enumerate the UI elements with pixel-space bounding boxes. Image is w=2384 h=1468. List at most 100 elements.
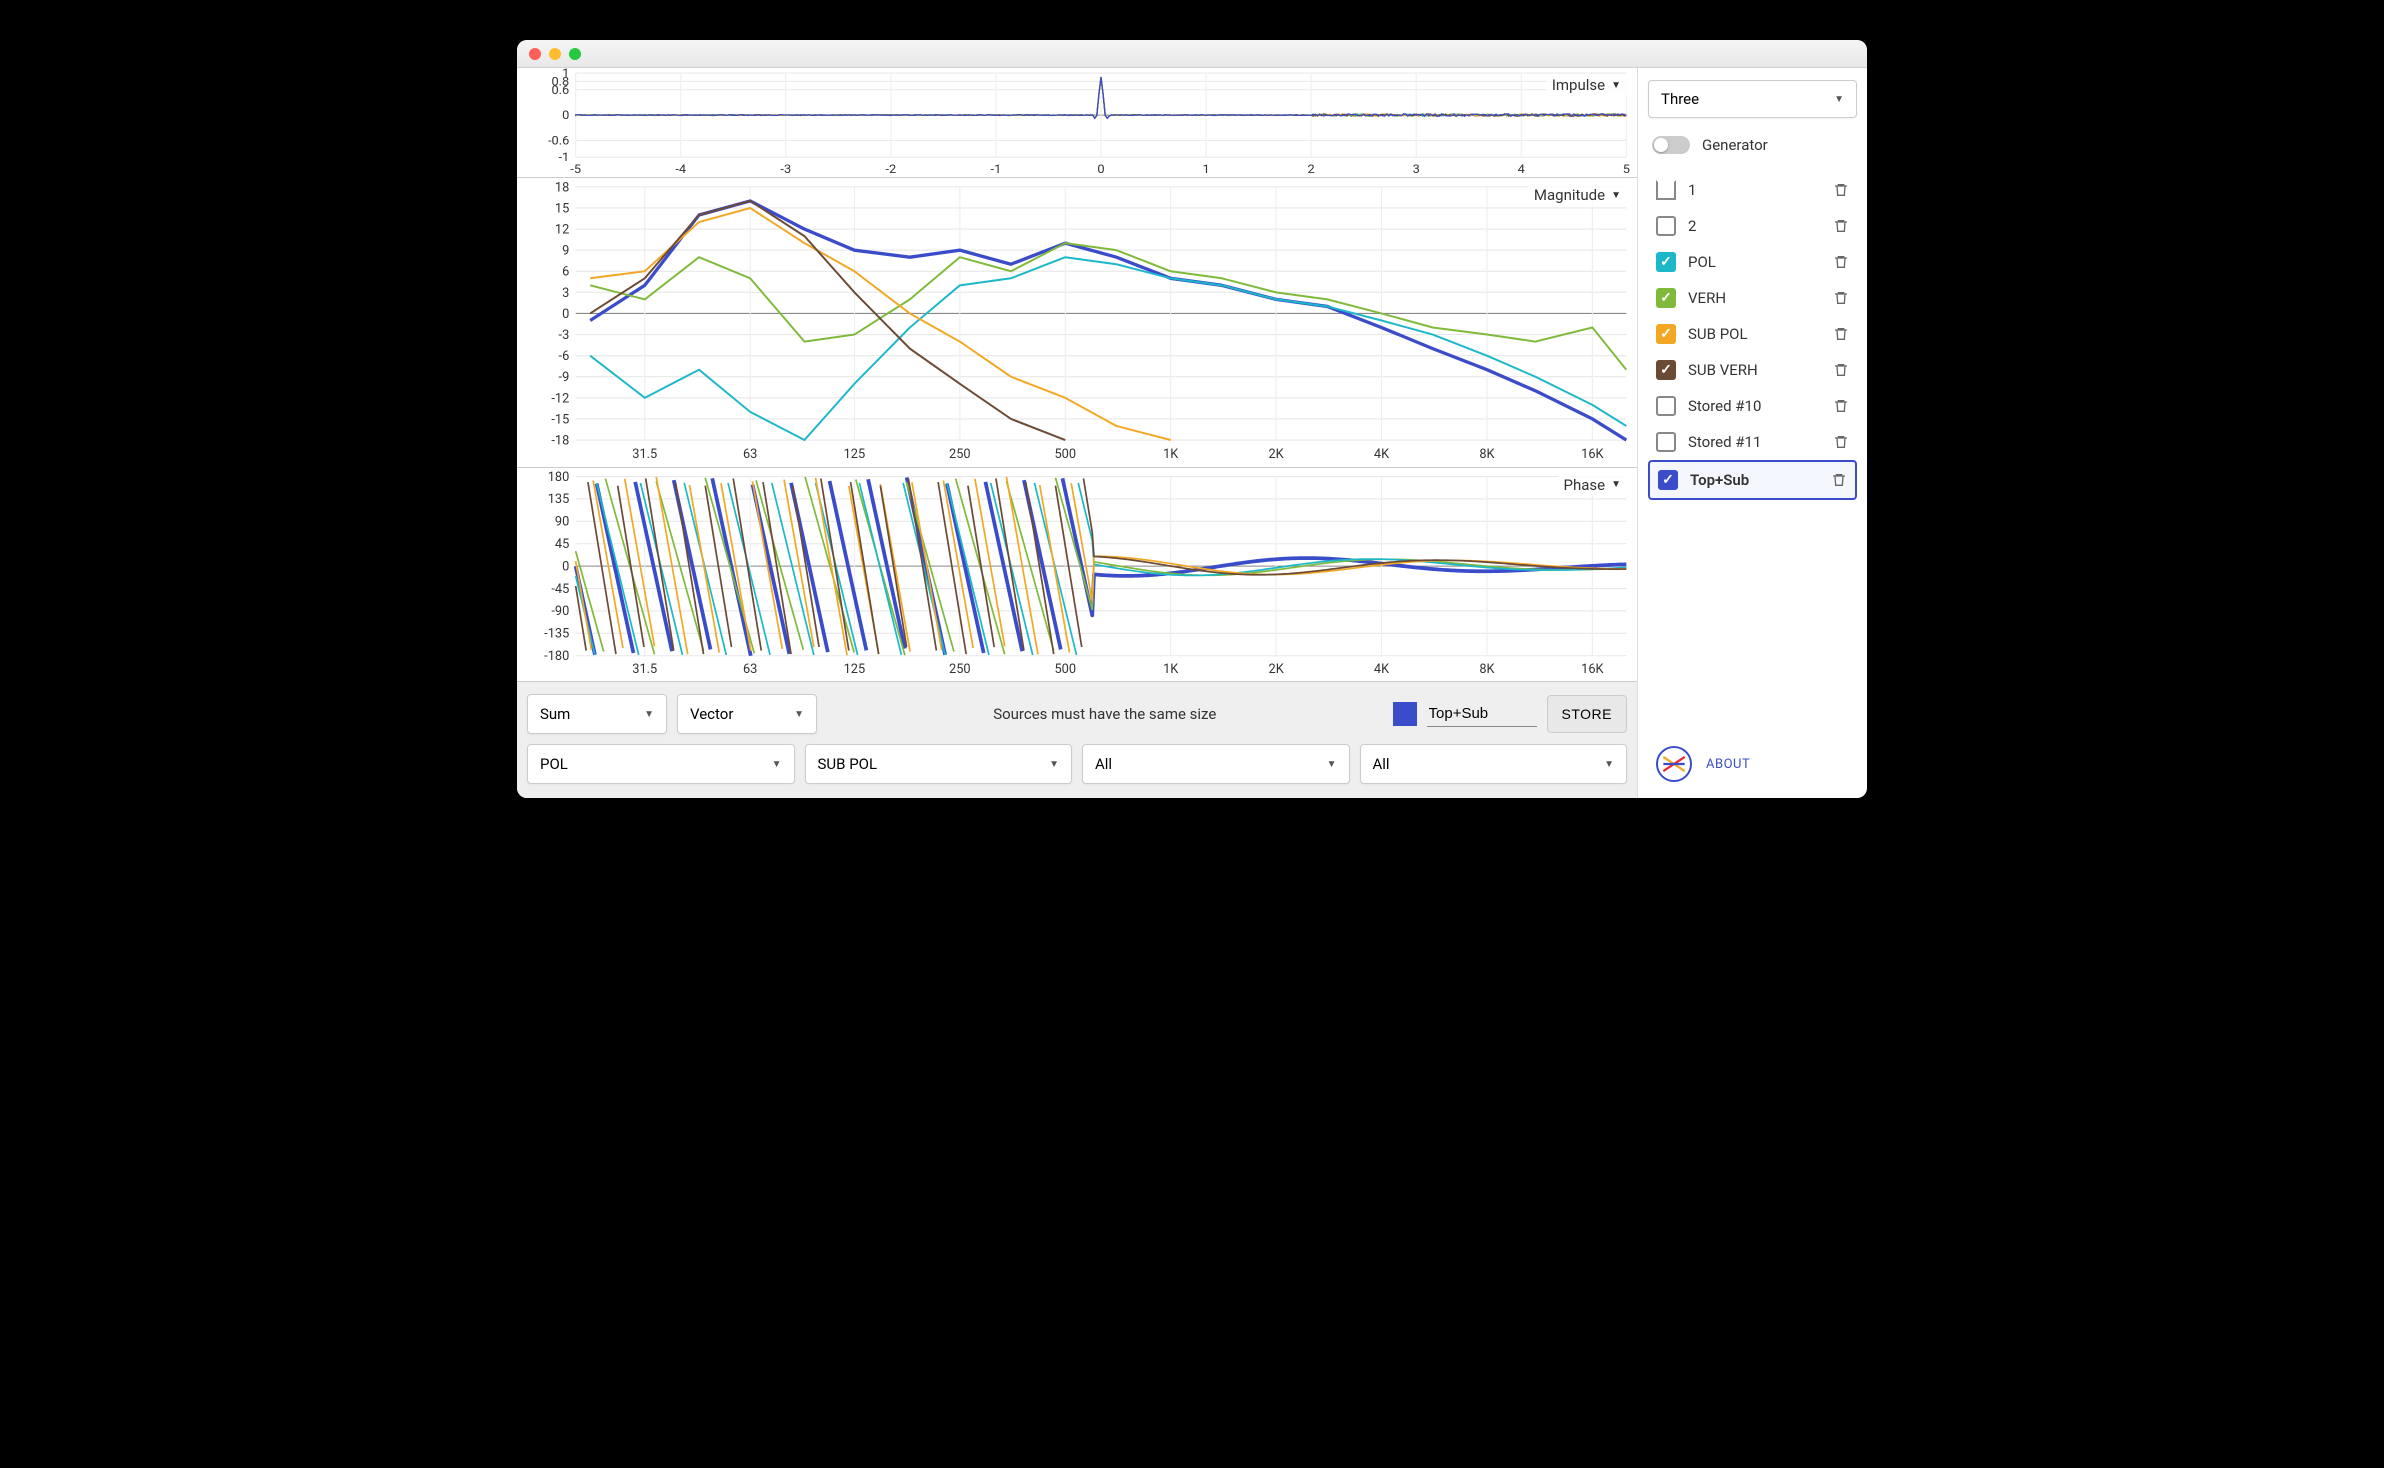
svg-text:31.5: 31.5 bbox=[632, 447, 657, 462]
result-color-swatch[interactable] bbox=[1393, 702, 1417, 726]
trash-icon[interactable] bbox=[1833, 326, 1849, 342]
filter-a-select[interactable]: All ▼ bbox=[1082, 744, 1350, 784]
chevron-down-icon: ▼ bbox=[772, 759, 782, 770]
track-label: Stored #11 bbox=[1688, 433, 1821, 451]
source-a-value: POL bbox=[540, 755, 568, 773]
svg-text:-135: -135 bbox=[544, 626, 569, 641]
zoom-window-button[interactable] bbox=[569, 48, 581, 60]
track-item[interactable]: SUB POL bbox=[1648, 316, 1857, 352]
svg-text:-90: -90 bbox=[551, 604, 569, 619]
chevron-down-icon: ▼ bbox=[1611, 190, 1621, 201]
phase-chart: -180-135-90-450459013518031.563125250500… bbox=[517, 468, 1637, 682]
combine-select-value: Vector bbox=[690, 705, 733, 723]
track-item[interactable]: 1 bbox=[1648, 172, 1857, 208]
track-item[interactable]: POL bbox=[1648, 244, 1857, 280]
phase-type-label: Phase bbox=[1564, 476, 1606, 494]
trash-icon[interactable] bbox=[1833, 290, 1849, 306]
track-item[interactable]: Stored #10 bbox=[1648, 388, 1857, 424]
store-button[interactable]: STORE bbox=[1547, 695, 1627, 733]
track-checkbox[interactable] bbox=[1656, 288, 1676, 308]
trash-icon[interactable] bbox=[1833, 434, 1849, 450]
track-label: 1 bbox=[1688, 181, 1821, 199]
svg-text:6: 6 bbox=[562, 264, 569, 279]
source-a-select[interactable]: POL ▼ bbox=[527, 744, 795, 784]
chevron-down-icon: ▼ bbox=[794, 709, 804, 720]
track-checkbox[interactable] bbox=[1658, 470, 1678, 490]
chevron-down-icon: ▼ bbox=[644, 709, 654, 720]
filter-a-value: All bbox=[1095, 755, 1112, 773]
close-window-button[interactable] bbox=[529, 48, 541, 60]
track-label: VERH bbox=[1688, 289, 1821, 307]
trash-icon[interactable] bbox=[1831, 472, 1847, 488]
svg-text:135: 135 bbox=[548, 492, 570, 507]
generator-toggle[interactable] bbox=[1652, 136, 1690, 154]
track-label: POL bbox=[1688, 253, 1821, 271]
svg-text:3: 3 bbox=[1413, 163, 1420, 176]
trash-icon[interactable] bbox=[1833, 218, 1849, 234]
svg-text:15: 15 bbox=[555, 201, 569, 216]
track-item[interactable]: SUB VERH bbox=[1648, 352, 1857, 388]
svg-text:-1: -1 bbox=[559, 152, 570, 165]
track-label: Stored #10 bbox=[1688, 397, 1821, 415]
trash-icon[interactable] bbox=[1833, 182, 1849, 198]
operation-select[interactable]: Sum ▼ bbox=[527, 694, 667, 734]
track-label: 2 bbox=[1688, 217, 1821, 235]
svg-text:-12: -12 bbox=[551, 391, 569, 406]
track-item[interactable]: Stored #11 bbox=[1648, 424, 1857, 460]
impulse-type-select[interactable]: Impulse ▼ bbox=[1546, 74, 1627, 96]
svg-text:1: 1 bbox=[1202, 163, 1209, 176]
main-panel: -1-0.600.60.81-5-4-3-2-1012345 Impulse ▼… bbox=[517, 68, 1637, 798]
layout-select[interactable]: Three ▼ bbox=[1648, 80, 1857, 118]
generator-label: Generator bbox=[1702, 136, 1768, 154]
track-checkbox[interactable] bbox=[1656, 180, 1676, 200]
svg-text:-45: -45 bbox=[551, 581, 569, 596]
svg-text:8K: 8K bbox=[1479, 447, 1495, 462]
svg-text:250: 250 bbox=[949, 661, 971, 676]
svg-text:18: 18 bbox=[555, 180, 569, 195]
titlebar bbox=[517, 40, 1867, 68]
track-checkbox[interactable] bbox=[1656, 432, 1676, 452]
svg-text:-5: -5 bbox=[570, 163, 581, 176]
svg-text:0: 0 bbox=[562, 109, 569, 122]
phase-type-select[interactable]: Phase ▼ bbox=[1558, 474, 1628, 496]
trash-icon[interactable] bbox=[1833, 398, 1849, 414]
track-item[interactable]: 2 bbox=[1648, 208, 1857, 244]
svg-text:-180: -180 bbox=[544, 649, 569, 664]
filter-b-select[interactable]: All ▼ bbox=[1360, 744, 1628, 784]
combine-select[interactable]: Vector ▼ bbox=[677, 694, 817, 734]
app-logo-icon bbox=[1656, 746, 1692, 782]
trash-icon[interactable] bbox=[1833, 362, 1849, 378]
result-name-input[interactable] bbox=[1427, 701, 1537, 727]
svg-text:31.5: 31.5 bbox=[632, 661, 657, 676]
svg-text:-4: -4 bbox=[675, 163, 686, 176]
svg-text:4: 4 bbox=[1518, 163, 1525, 176]
track-checkbox[interactable] bbox=[1656, 252, 1676, 272]
app-window: -1-0.600.60.81-5-4-3-2-1012345 Impulse ▼… bbox=[517, 40, 1867, 798]
svg-text:125: 125 bbox=[844, 447, 866, 462]
track-checkbox[interactable] bbox=[1656, 360, 1676, 380]
svg-text:1K: 1K bbox=[1163, 661, 1179, 676]
track-checkbox[interactable] bbox=[1656, 216, 1676, 236]
chevron-down-icon: ▼ bbox=[1049, 759, 1059, 770]
svg-text:180: 180 bbox=[548, 469, 570, 484]
svg-text:8K: 8K bbox=[1479, 661, 1495, 676]
impulse-chart: -1-0.600.60.81-5-4-3-2-1012345 Impulse ▼ bbox=[517, 68, 1637, 178]
track-checkbox[interactable] bbox=[1656, 324, 1676, 344]
chevron-down-icon: ▼ bbox=[1611, 479, 1621, 490]
chevron-down-icon: ▼ bbox=[1327, 759, 1337, 770]
trash-icon[interactable] bbox=[1833, 254, 1849, 270]
source-b-select[interactable]: SUB POL ▼ bbox=[805, 744, 1073, 784]
sidebar: Three ▼ Generator 1 2 POL VERH SUB POLSUB VE… bbox=[1637, 68, 1867, 798]
svg-text:2K: 2K bbox=[1269, 661, 1285, 676]
track-item[interactable]: VERH bbox=[1648, 280, 1857, 316]
filter-b-value: All bbox=[1373, 755, 1390, 773]
track-item[interactable]: Top+Sub bbox=[1648, 460, 1857, 500]
about-link[interactable]: ABOUT bbox=[1706, 757, 1750, 772]
track-checkbox[interactable] bbox=[1656, 396, 1676, 416]
svg-text:16K: 16K bbox=[1581, 447, 1604, 462]
minimize-window-button[interactable] bbox=[549, 48, 561, 60]
chevron-down-icon: ▼ bbox=[1604, 759, 1614, 770]
impulse-type-label: Impulse bbox=[1552, 76, 1605, 94]
svg-text:1K: 1K bbox=[1163, 447, 1179, 462]
magnitude-type-select[interactable]: Magnitude ▼ bbox=[1528, 184, 1627, 206]
